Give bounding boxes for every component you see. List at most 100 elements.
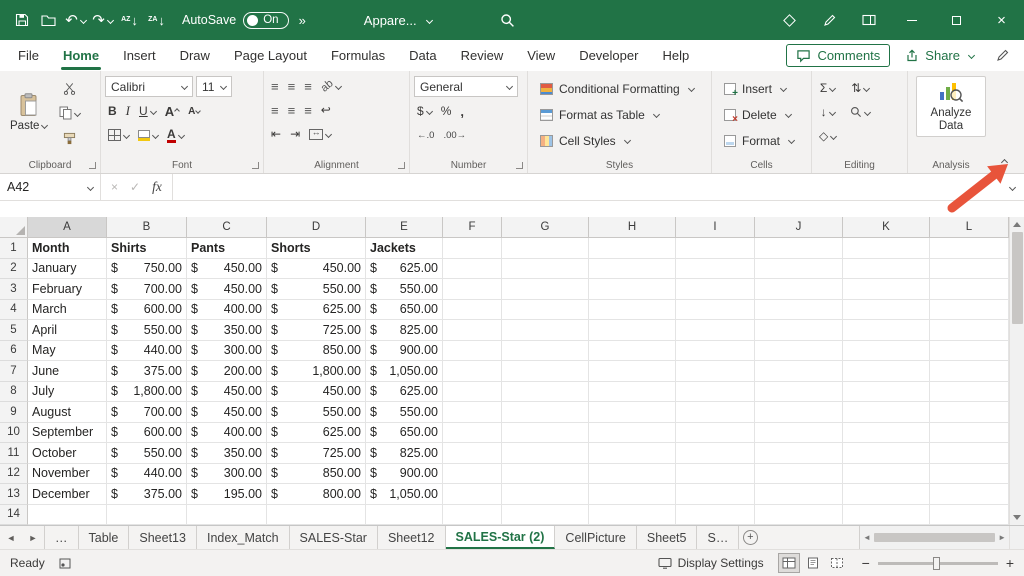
minimize-button[interactable] xyxy=(889,0,934,40)
cell-K10[interactable] xyxy=(843,423,930,444)
cell-E3[interactable]: $550.00 xyxy=(366,279,443,300)
cell-G8[interactable] xyxy=(502,382,589,403)
cell-E14[interactable] xyxy=(366,505,443,526)
row-header-7[interactable]: 7 xyxy=(0,361,28,382)
page-break-view-icon[interactable] xyxy=(826,553,848,573)
cell-B2[interactable]: $750.00 xyxy=(107,259,187,280)
cell-G6[interactable] xyxy=(502,341,589,362)
cell-J10[interactable] xyxy=(755,423,843,444)
cell-D3[interactable]: $550.00 xyxy=(267,279,366,300)
ribbon-tab-developer[interactable]: Developer xyxy=(567,40,650,71)
cell-A12[interactable]: November xyxy=(28,464,107,485)
cell-C14[interactable] xyxy=(187,505,267,526)
cell-D7[interactable]: $1,800.00 xyxy=(267,361,366,382)
zoom-slider-thumb[interactable] xyxy=(933,557,940,570)
cell-E10[interactable]: $650.00 xyxy=(366,423,443,444)
cell-A8[interactable]: July xyxy=(28,382,107,403)
cell-F5[interactable] xyxy=(443,320,502,341)
middle-align-icon[interactable]: ≡ xyxy=(285,76,299,96)
bottom-align-icon[interactable]: ≡ xyxy=(301,76,315,96)
cell-H10[interactable] xyxy=(589,423,676,444)
cut-icon[interactable] xyxy=(56,78,83,98)
pen-icon[interactable] xyxy=(809,0,849,40)
cancel-icon[interactable]: × xyxy=(111,180,118,194)
cell-J9[interactable] xyxy=(755,402,843,423)
align-right-icon[interactable]: ≡ xyxy=(301,100,315,120)
merge-center-icon[interactable] xyxy=(306,124,334,144)
cell-I13[interactable] xyxy=(676,484,755,505)
font-color-icon[interactable]: A xyxy=(164,125,187,145)
formula-input[interactable] xyxy=(173,174,998,200)
cell-K13[interactable] xyxy=(843,484,930,505)
cell-C11[interactable]: $350.00 xyxy=(187,443,267,464)
clear-icon[interactable]: ◇ xyxy=(816,126,839,146)
copy-ic on[interactable] xyxy=(56,103,83,123)
cell-F6[interactable] xyxy=(443,341,502,362)
row-header-13[interactable]: 13 xyxy=(0,484,28,505)
cell-L7[interactable] xyxy=(930,361,1009,382)
cell-I14[interactable] xyxy=(676,505,755,526)
orientation-icon[interactable]: ab xyxy=(318,76,344,96)
cell-F11[interactable] xyxy=(443,443,502,464)
font-size-select[interactable]: 11 xyxy=(196,76,232,97)
cell-D9[interactable]: $550.00 xyxy=(267,402,366,423)
redo-icon[interactable]: ↷ xyxy=(89,5,116,35)
cell-L5[interactable] xyxy=(930,320,1009,341)
name-box[interactable]: A42 xyxy=(0,174,101,200)
cell-E11[interactable]: $825.00 xyxy=(366,443,443,464)
cell-E5[interactable]: $825.00 xyxy=(366,320,443,341)
italic-button[interactable]: I xyxy=(123,101,133,121)
cell-E13[interactable]: $1,050.00 xyxy=(366,484,443,505)
cell-styles-button[interactable]: Cell Styles xyxy=(532,128,707,153)
autosum-icon[interactable]: Σ xyxy=(816,78,839,98)
cell-L14[interactable] xyxy=(930,505,1009,526)
zoom-in-icon[interactable]: + xyxy=(1006,555,1014,571)
increase-indent-icon[interactable]: ⇥ xyxy=(287,124,303,144)
cell-H12[interactable] xyxy=(589,464,676,485)
cell-I10[interactable] xyxy=(676,423,755,444)
zoom-out-icon[interactable]: − xyxy=(862,555,870,571)
pen-mode-icon[interactable] xyxy=(989,41,1016,71)
cell-D14[interactable] xyxy=(267,505,366,526)
cell-C3[interactable]: $450.00 xyxy=(187,279,267,300)
cell-J12[interactable] xyxy=(755,464,843,485)
cell-B10[interactable]: $600.00 xyxy=(107,423,187,444)
cell-B3[interactable]: $700.00 xyxy=(107,279,187,300)
cell-E4[interactable]: $650.00 xyxy=(366,300,443,321)
row-header-4[interactable]: 4 xyxy=(0,300,28,321)
sheet-tab-sheet12[interactable]: Sheet12 xyxy=(378,526,446,549)
cell-F10[interactable] xyxy=(443,423,502,444)
cell-F4[interactable] xyxy=(443,300,502,321)
column-header-F[interactable]: F xyxy=(443,217,502,238)
cell-D11[interactable]: $725.00 xyxy=(267,443,366,464)
scroll-up-icon[interactable] xyxy=(1013,222,1021,227)
cell-I7[interactable] xyxy=(676,361,755,382)
cell-A5[interactable]: April xyxy=(28,320,107,341)
cell-E6[interactable]: $900.00 xyxy=(366,341,443,362)
cell-D1[interactable]: Shorts xyxy=(267,238,366,259)
cell-A2[interactable]: January xyxy=(28,259,107,280)
cell-J3[interactable] xyxy=(755,279,843,300)
accounting-format-icon[interactable]: $ xyxy=(414,101,435,121)
column-header-L[interactable]: L xyxy=(930,217,1009,238)
cell-G2[interactable] xyxy=(502,259,589,280)
sheet-tab-sales-star-2[interactable]: SALES-Star (2) xyxy=(446,526,556,549)
horizontal-scroll-thumb[interactable] xyxy=(874,533,995,542)
fill-icon[interactable]: ↓ xyxy=(816,102,839,122)
ribbon-tab-review[interactable]: Review xyxy=(449,40,516,71)
document-title[interactable]: Appare... xyxy=(364,13,432,28)
number-format-select[interactable]: General xyxy=(414,76,518,97)
cell-L13[interactable] xyxy=(930,484,1009,505)
decrease-indent-icon[interactable]: ⇤ xyxy=(268,124,284,144)
vertical-scroll-thumb[interactable] xyxy=(1012,232,1023,324)
open-folder-icon[interactable] xyxy=(35,5,62,35)
cell-A4[interactable]: March xyxy=(28,300,107,321)
save-icon[interactable] xyxy=(8,5,35,35)
sheet-tab-index-match[interactable]: Index_Match xyxy=(197,526,290,549)
column-header-C[interactable]: C xyxy=(187,217,267,238)
ribbon-tab-formulas[interactable]: Formulas xyxy=(319,40,397,71)
vertical-scrollbar[interactable] xyxy=(1009,217,1024,525)
cell-I6[interactable] xyxy=(676,341,755,362)
cell-E2[interactable]: $625.00 xyxy=(366,259,443,280)
cell-G1[interactable] xyxy=(502,238,589,259)
